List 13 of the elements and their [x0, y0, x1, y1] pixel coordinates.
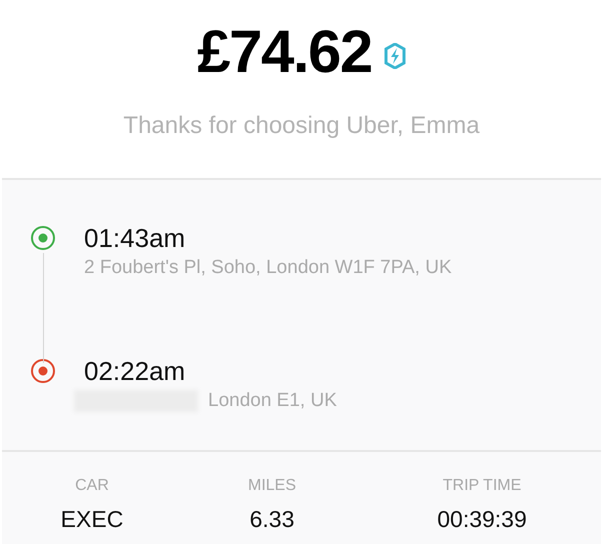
stat-value: 00:39:39 [437, 505, 527, 534]
stop-time: 02:22am [84, 354, 186, 386]
thanks-message: Thanks for choosing Uber, Emma [123, 111, 480, 141]
lightning-badge-icon [384, 43, 406, 69]
stat-label: TRIP TIME [442, 476, 522, 496]
stat-label: CAR [75, 476, 109, 496]
stat-label: MILES [248, 476, 296, 496]
stat-value: 6.33 [250, 505, 294, 534]
fare-amount: £74.62 [197, 22, 372, 82]
stop-address: London E1, UK [208, 388, 337, 412]
stop-time: 01:43am [84, 222, 186, 254]
stop-address: 2 Foubert's Pl, Soho, London W1F 7PA, UK [84, 256, 452, 280]
stat-value: EXEC [60, 505, 124, 534]
